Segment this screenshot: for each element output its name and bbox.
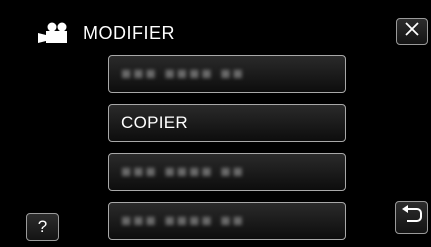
- menu-item-label: COPIER: [121, 113, 188, 132]
- menu-item-label: ■■■ ■■■■ ■■: [121, 162, 245, 181]
- menu-item-disabled-2[interactable]: ■■■ ■■■■ ■■: [108, 153, 346, 191]
- close-button[interactable]: [396, 18, 428, 45]
- back-button[interactable]: [395, 201, 428, 234]
- help-label: ?: [37, 217, 48, 236]
- close-icon: [404, 22, 420, 41]
- menu-item-copier[interactable]: COPIER: [108, 104, 346, 142]
- help-button[interactable]: ?: [26, 213, 59, 241]
- header: MODIFIER: [0, 0, 431, 58]
- return-arrow-icon: [401, 205, 423, 230]
- page-title: MODIFIER: [83, 23, 175, 43]
- menu-item-label: ■■■ ■■■■ ■■: [121, 64, 245, 83]
- menu-item-disabled-3[interactable]: ■■■ ■■■■ ■■: [108, 202, 346, 240]
- video-camera-icon: [37, 22, 69, 44]
- menu-item-disabled-1[interactable]: ■■■ ■■■■ ■■: [108, 55, 346, 93]
- menu-item-label: ■■■ ■■■■ ■■: [121, 211, 245, 230]
